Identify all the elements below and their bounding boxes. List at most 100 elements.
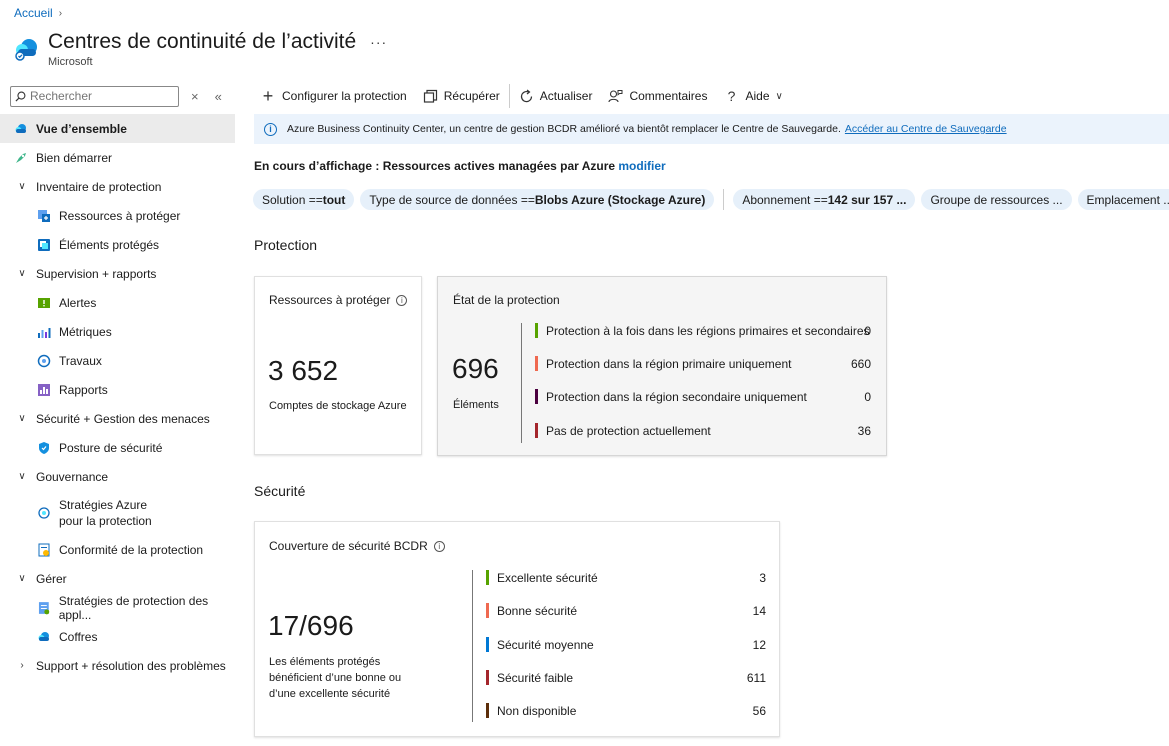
legend-swatch <box>486 637 489 652</box>
sidebar-group-manage[interactable]: ∨ Gérer <box>0 564 240 593</box>
sidebar-group-protection-inventory[interactable]: ∨ Inventaire de protection <box>0 172 240 201</box>
feedback-label: Commentaires <box>629 89 708 103</box>
legend-label: Bonne sécurité <box>497 603 578 618</box>
sidebar-item-overview[interactable]: Vue d’ensemble <box>0 114 235 143</box>
legend-row[interactable]: Sécurité moyenne 12 <box>486 637 766 652</box>
sidebar-item-metrics[interactable]: Métriques <box>0 317 240 346</box>
legend-divider <box>521 323 522 443</box>
plus-icon: + <box>262 85 274 106</box>
resources-count: 3 652 <box>268 355 339 386</box>
legend-label: Pas de protection actuellement <box>546 423 711 438</box>
sidebar-item-protection-policies[interactable]: Stratégies de protection des appl... <box>0 593 240 622</box>
page-title: Centres de continuité de l’activité ··· <box>48 30 387 54</box>
refresh-button[interactable]: Actualiser <box>511 89 601 104</box>
clear-search-icon[interactable]: × <box>191 89 199 104</box>
legend-swatch <box>535 356 538 371</box>
sidebar-search-row: × « <box>0 84 240 108</box>
sidebar-item-label: Inventaire de protection <box>36 179 162 194</box>
legend-label: Protection dans la région primaire uniqu… <box>546 356 792 371</box>
chevron-down-icon: ∨ <box>18 413 26 424</box>
legend-row[interactable]: Protection dans la région primaire uniqu… <box>535 356 871 371</box>
security-coverage-card[interactable]: Couverture de sécurité BCDR i 17/696 Les… <box>254 521 780 737</box>
legend-row[interactable]: Excellente sécurité 3 <box>486 570 766 585</box>
sidebar-item-label: Rapports <box>59 382 108 397</box>
protection-items-count: 696 <box>452 353 499 384</box>
feedback-button[interactable]: Commentaires <box>600 89 715 104</box>
question-icon: ? <box>727 88 736 104</box>
sidebar-item-label: Alertes <box>59 295 97 310</box>
security-section-title: Sécurité <box>254 483 306 499</box>
sidebar-group-support[interactable]: › Support + résolution des problèmes <box>0 651 240 680</box>
vault-cloud-icon <box>38 631 49 641</box>
resources-to-protect-card[interactable]: Ressources à protéger i 3 652 Comptes de… <box>254 276 422 455</box>
legend-swatch <box>486 570 489 585</box>
legend-row[interactable]: Protection dans la région secondaire uni… <box>535 389 871 404</box>
reports-icon <box>38 383 50 396</box>
filter-key: Type de source de données == <box>369 192 535 207</box>
sidebar-item-azure-policies[interactable]: Stratégies Azure pour la protection <box>0 491 240 535</box>
recover-button[interactable]: Récupérer <box>415 89 508 104</box>
legend-row[interactable]: Protection à la fois dans les régions pr… <box>535 323 871 338</box>
more-options-button[interactable]: ··· <box>370 34 387 50</box>
legend-row[interactable]: Non disponible 56 <box>486 703 766 718</box>
filter-resource-group[interactable]: Groupe de ressources ... <box>921 189 1072 210</box>
search-input[interactable] <box>30 89 170 103</box>
sidebar-item-security-posture[interactable]: Posture de sécurité <box>0 433 240 462</box>
chevron-down-icon: ∨ <box>18 181 26 192</box>
legend-swatch <box>486 670 489 685</box>
help-button[interactable]: ? Aide ∨ <box>715 88 790 104</box>
sidebar-item-protection-compliance[interactable]: Conformité de la protection <box>0 535 240 564</box>
sidebar-item-vaults[interactable]: Coffres <box>0 622 240 651</box>
configure-protection-label: Configurer la protection <box>282 89 407 103</box>
legend-value: 660 <box>851 356 872 371</box>
protection-state-card[interactable]: État de la protection 696 Éléments Prote… <box>437 276 887 456</box>
sidebar-item-label-line2: pour la protection <box>59 514 152 528</box>
collapse-sidebar-icon[interactable]: « <box>215 89 222 104</box>
sidebar-group-monitoring[interactable]: ∨ Supervision + rapports <box>0 259 240 288</box>
modify-scope-link[interactable]: modifier <box>618 159 665 173</box>
card-title: Couverture de sécurité BCDR i <box>269 539 445 553</box>
legend-label: Protection dans la région secondaire uni… <box>546 389 807 404</box>
info-icon[interactable]: i <box>396 294 408 306</box>
legend-row[interactable]: Bonne sécurité 14 <box>486 603 766 618</box>
sidebar-item-label: Vue d’ensemble <box>36 121 127 136</box>
legend-row[interactable]: Sécurité faible 611 <box>486 670 766 685</box>
legend-label: Non disponible <box>497 703 577 718</box>
chevron-down-icon: ∨ <box>18 471 26 482</box>
filter-key: Abonnement == <box>742 192 828 207</box>
sidebar-item-label: Stratégies Azure pour la protection <box>59 497 152 529</box>
info-icon[interactable]: i <box>433 540 445 552</box>
sidebar-group-governance[interactable]: ∨ Gouvernance <box>0 462 240 491</box>
legend-row[interactable]: Pas de protection actuellement 36 <box>535 423 871 438</box>
sidebar-item-resources-to-protect[interactable]: Ressources à protéger <box>0 201 240 230</box>
resources-caption: Comptes de stockage Azure <box>269 400 407 412</box>
filter-datasource-type[interactable]: Type de source de données == Blobs Azure… <box>360 189 715 210</box>
filter-location[interactable]: Emplacement ... <box>1077 189 1169 210</box>
configure-protection-button[interactable]: + Configurer la protection <box>252 86 415 107</box>
sidebar-item-label: Coffres <box>59 629 98 644</box>
sidebar-item-label-line1: Stratégies Azure <box>59 498 148 512</box>
sidebar-item-alerts[interactable]: Alertes <box>0 288 240 317</box>
breadcrumb-home-link[interactable]: Accueil <box>14 6 53 20</box>
filter-subscription[interactable]: Abonnement == 142 sur 157 ... <box>733 189 916 210</box>
chevron-down-icon: ∨ <box>18 268 26 279</box>
search-box[interactable] <box>10 85 179 107</box>
sidebar-item-protected-items[interactable]: Éléments protégés <box>0 230 240 259</box>
shield-icon <box>39 441 49 454</box>
chevron-right-icon: › <box>20 660 24 671</box>
feedback-icon <box>608 89 623 102</box>
sidebar-item-jobs[interactable]: Travaux <box>0 346 240 375</box>
page-title-text: Centres de continuité de l’activité <box>48 30 357 53</box>
sidebar-group-security[interactable]: ∨ Sécurité + Gestion des menaces <box>0 404 240 433</box>
refresh-icon <box>520 89 532 102</box>
sidebar-nav: Vue d’ensemble Bien démarrer ∨ Inventair… <box>0 114 240 680</box>
filter-key: Groupe de ressources ... <box>930 192 1063 207</box>
help-label: Aide <box>745 89 770 103</box>
sidebar-item-get-started[interactable]: Bien démarrer <box>0 143 240 172</box>
backup-center-link[interactable]: Accéder au Centre de Sauvegarde <box>845 123 1007 135</box>
protected-items-icon <box>38 238 50 251</box>
breadcrumb: Accueil › <box>14 6 62 20</box>
filter-solution[interactable]: Solution == tout <box>253 189 355 210</box>
sidebar-item-reports[interactable]: Rapports <box>0 375 240 404</box>
info-icon: i <box>264 122 277 136</box>
